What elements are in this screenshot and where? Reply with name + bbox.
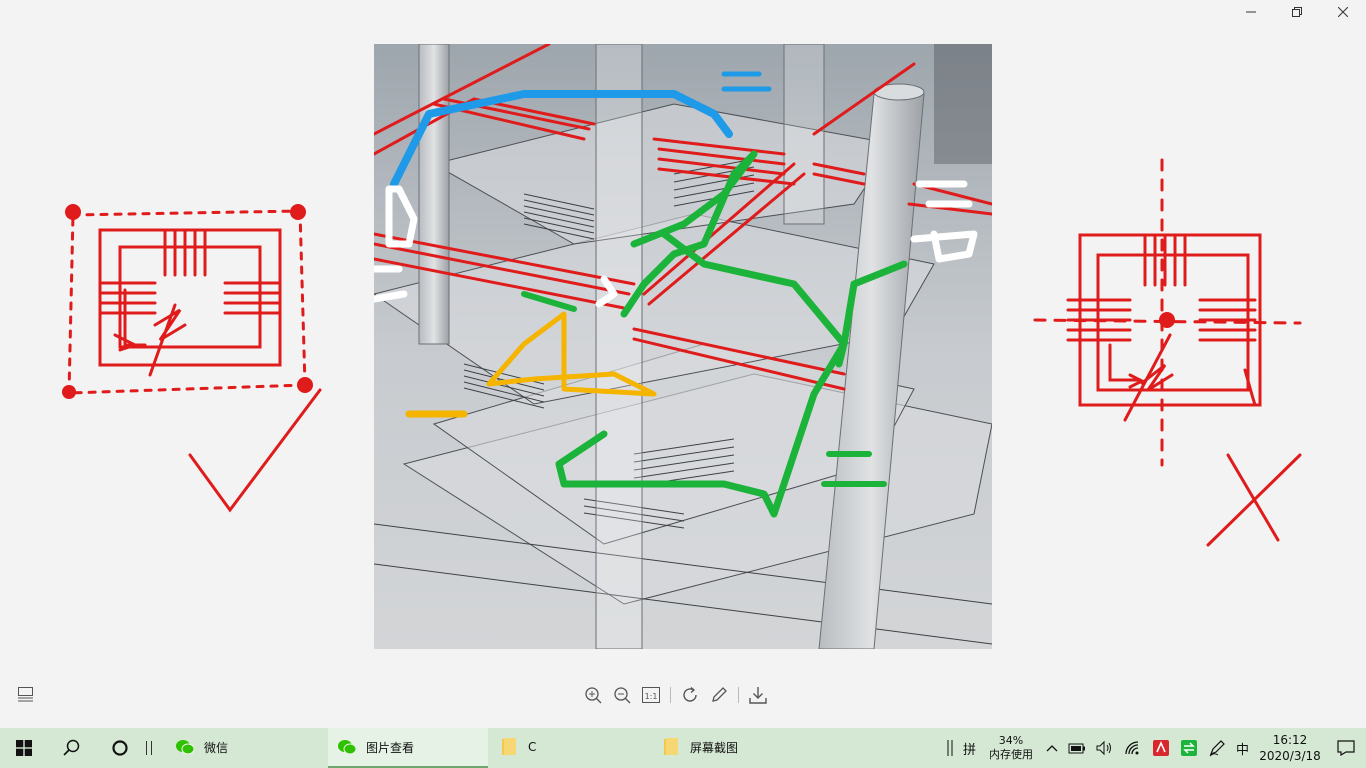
restore-icon <box>1292 7 1302 17</box>
battery-button[interactable] <box>1063 728 1091 768</box>
taskbar-app-label: 屏幕截图 <box>690 740 739 755</box>
taskbar-app-folder-c[interactable]: C <box>490 728 650 768</box>
folder-icon <box>662 738 680 756</box>
rotate-button[interactable] <box>680 685 700 705</box>
left-plan-sketch <box>62 204 322 513</box>
taskbar-app-image-viewer[interactable]: 图片查看 <box>328 728 488 768</box>
sync-icon <box>1180 740 1197 756</box>
task-view-button[interactable] <box>96 728 144 768</box>
chevron-up-icon <box>1046 745 1058 752</box>
zoom-out-button[interactable] <box>612 685 632 705</box>
search-button[interactable] <box>48 728 96 768</box>
memory-usage[interactable]: 34% 内存使用 <box>981 728 1041 768</box>
ime-mode[interactable]: 拼 <box>958 728 981 768</box>
taskbar-divider <box>146 741 152 755</box>
tray-divider <box>942 728 958 768</box>
system-tray: 拼 34% 内存使用 中 16:12 2020/3/18 <box>942 728 1366 768</box>
clock-date: 2020/3/18 <box>1259 749 1321 763</box>
actual-size-icon: 1:1 <box>642 687 660 703</box>
memory-label: 内存使用 <box>988 748 1033 761</box>
app-tray-green[interactable] <box>1175 728 1203 768</box>
svg-text:1:1: 1:1 <box>645 692 658 701</box>
viewer-toolbar: 1:1 <box>583 684 777 706</box>
minimize-icon <box>1246 11 1256 13</box>
thumbnail-strip-button[interactable] <box>17 686 35 702</box>
taskbar-app-label: C <box>528 740 537 754</box>
pen-icon <box>1209 740 1225 757</box>
download-button[interactable] <box>748 685 768 705</box>
taskbar-app-folder-screenshots[interactable]: 屏幕截图 <box>652 728 812 768</box>
rotate-icon <box>683 686 697 702</box>
taskbar-app-label: 微信 <box>204 740 229 755</box>
cortana-icon <box>112 740 128 756</box>
thumbnail-strip-icon <box>18 687 33 702</box>
taskbar-app-wechat[interactable]: 微信 <box>166 728 326 768</box>
start-button[interactable] <box>0 728 48 768</box>
memory-percent: 34% <box>998 734 1024 747</box>
windows-logo-icon <box>16 740 32 756</box>
edit-button[interactable] <box>709 685 729 705</box>
wechat-icon <box>176 738 194 756</box>
language-indicator[interactable]: 中 <box>1231 728 1254 768</box>
folder-icon <box>500 738 518 756</box>
antivirus-icon <box>1152 740 1169 756</box>
displayed-image <box>374 44 992 649</box>
actual-size-button[interactable]: 1:1 <box>641 685 661 705</box>
show-hidden-icons-button[interactable] <box>1041 728 1063 768</box>
close-icon <box>1338 7 1348 17</box>
notification-icon <box>1337 740 1355 756</box>
minimize-button[interactable] <box>1228 0 1274 24</box>
right-plan-sketch <box>1033 158 1302 547</box>
battery-icon <box>1068 743 1085 754</box>
search-icon <box>63 739 80 756</box>
clock[interactable]: 16:12 2020/3/18 <box>1254 728 1326 768</box>
toolbar-divider <box>738 687 739 703</box>
zoom-in-button[interactable] <box>583 685 603 705</box>
toolbar-divider <box>670 687 671 703</box>
notifications-button[interactable] <box>1326 728 1366 768</box>
download-icon <box>749 687 767 704</box>
pen-button[interactable] <box>1203 728 1231 768</box>
app-tray-red[interactable] <box>1147 728 1175 768</box>
wifi-icon <box>1125 741 1139 755</box>
clock-time: 16:12 <box>1272 733 1308 747</box>
taskbar-app-label: 图片查看 <box>366 740 415 755</box>
wechat-icon <box>338 738 356 756</box>
edit-icon <box>712 687 727 702</box>
volume-icon <box>1096 740 1111 756</box>
taskbar: 微信 图片查看 C 屏幕截图 拼 34% 内存使用 中 16:12 2020/3… <box>0 728 1366 768</box>
volume-button[interactable] <box>1091 728 1119 768</box>
window-controls <box>1228 0 1366 24</box>
close-button[interactable] <box>1320 0 1366 24</box>
wifi-button[interactable] <box>1119 728 1147 768</box>
zoom-in-icon <box>585 687 602 704</box>
restore-button[interactable] <box>1274 0 1320 24</box>
stair-render-sketch <box>374 44 992 649</box>
zoom-out-icon <box>614 687 631 704</box>
